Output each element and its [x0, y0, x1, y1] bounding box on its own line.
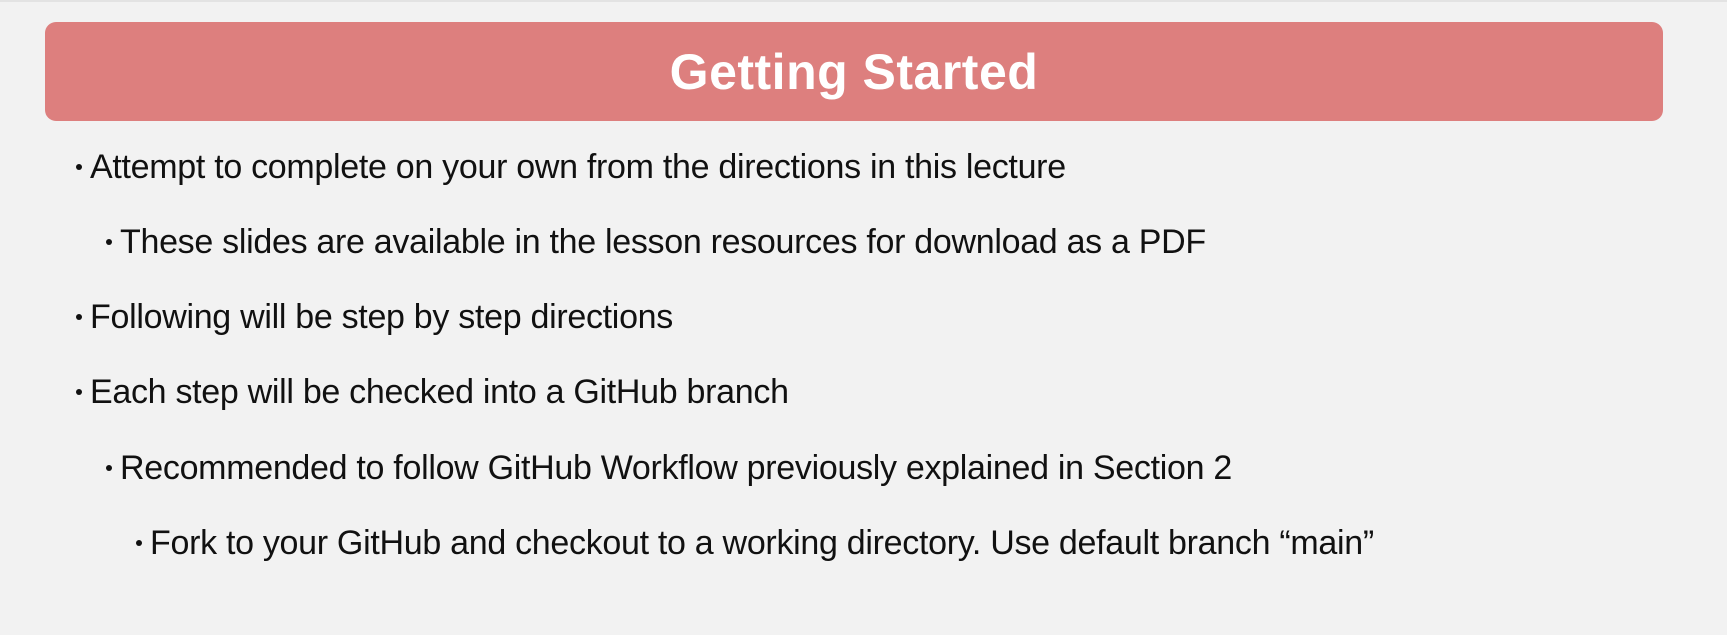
bullet-text: Recommended to follow GitHub Workflow pr…: [120, 448, 1232, 487]
bullet-item: Attempt to complete on your own from the…: [76, 145, 1066, 189]
bullet-dot-icon: [76, 164, 82, 170]
sub-bullet-item: These slides are available in the lesson…: [106, 220, 1206, 264]
bullet-item: Each step will be checked into a GitHub …: [76, 370, 789, 414]
bullet-dot-icon: [76, 314, 82, 320]
bullet-text: These slides are available in the lesson…: [120, 222, 1206, 261]
bullet-dot-icon: [106, 239, 112, 245]
bullet-text: Fork to your GitHub and checkout to a wo…: [150, 523, 1374, 562]
bullet-dot-icon: [136, 540, 142, 546]
sub-bullet-item: Recommended to follow GitHub Workflow pr…: [106, 446, 1232, 490]
bullet-dot-icon: [76, 389, 82, 395]
sub-sub-bullet-item: Fork to your GitHub and checkout to a wo…: [136, 521, 1374, 565]
bullet-text: Attempt to complete on your own from the…: [90, 147, 1066, 186]
bullet-dot-icon: [106, 465, 112, 471]
bullet-item: Following will be step by step direction…: [76, 295, 673, 339]
bullet-list: Attempt to complete on your own from the…: [0, 0, 1727, 635]
bullet-text: Following will be step by step direction…: [90, 297, 673, 336]
bullet-text: Each step will be checked into a GitHub …: [90, 372, 789, 411]
